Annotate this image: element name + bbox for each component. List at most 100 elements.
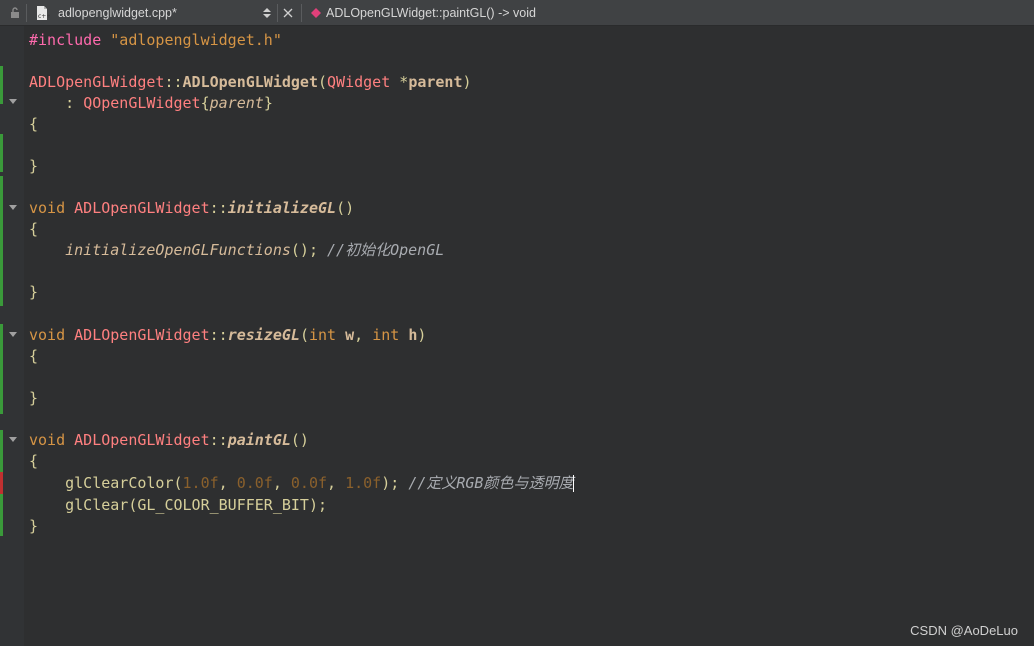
code-line: void ADLOpenGLWidget::resizeGL(int w, in… xyxy=(29,325,426,346)
param-token: w xyxy=(345,326,355,344)
keyword-token: void xyxy=(29,326,66,344)
function-token: initializeGL xyxy=(227,199,337,217)
punct-token: } xyxy=(263,94,273,112)
punct-token: } xyxy=(29,157,39,175)
class-token: ADLOpenGLWidget xyxy=(74,431,210,449)
string-token: "adlopenglwidget.h" xyxy=(110,31,282,49)
punct-token: { xyxy=(29,115,39,133)
punct-token: ( xyxy=(318,73,328,91)
param-token: parent xyxy=(209,94,264,112)
code-line: } xyxy=(29,388,38,409)
line-gutter xyxy=(0,26,24,646)
comment-token: //初始化OpenGL xyxy=(327,241,445,259)
punct-token: } xyxy=(29,283,39,301)
lock-icon[interactable] xyxy=(8,0,22,26)
punct-token: * xyxy=(390,73,409,91)
class-token: ADLOpenGLWidget xyxy=(74,326,210,344)
punct-token: { xyxy=(29,452,39,470)
file-chooser-arrows-icon[interactable] xyxy=(262,0,272,26)
punct-token: } xyxy=(29,389,39,407)
current-symbol: ADLOpenGLWidget::paintGL() -> void xyxy=(326,6,536,20)
code-line: initializeOpenGLFunctions(); //初始化OpenGL xyxy=(29,240,444,261)
type-token: QWidget xyxy=(327,73,391,91)
code-line: { xyxy=(29,114,38,135)
change-marker xyxy=(0,324,3,414)
param-token: parent xyxy=(408,73,463,91)
punct-token: , xyxy=(327,474,346,492)
keyword-token: int xyxy=(372,326,400,344)
close-icon[interactable] xyxy=(282,0,294,26)
punct-token: ); xyxy=(381,474,409,492)
toolbar-divider xyxy=(26,4,27,22)
file-selector[interactable]: adlopenglwidget.cpp* xyxy=(58,0,177,26)
number-token: 1.0f xyxy=(345,474,382,492)
code-line: void ADLOpenGLWidget::initializeGL() xyxy=(29,198,354,219)
param-token: h xyxy=(408,326,418,344)
punct-token: (); xyxy=(290,241,328,259)
code-line: glClearColor(1.0f, 0.0f, 0.0f, 1.0f); //… xyxy=(29,473,575,494)
number-token: 0.0f xyxy=(236,474,273,492)
code-line: glClear(GL_COLOR_BUFFER_BIT); xyxy=(29,495,327,516)
punct-token: } xyxy=(29,517,39,535)
scope-token: :: xyxy=(209,199,228,217)
keyword-token: void xyxy=(29,431,66,449)
number-token: 1.0f xyxy=(182,474,219,492)
punct-token: , xyxy=(218,474,237,492)
fold-arrow-icon[interactable] xyxy=(9,99,17,104)
cpp-file-icon: c++ xyxy=(34,0,50,26)
comment-token: //定义RGB颜色与透明度 xyxy=(408,474,574,492)
punct-token: () xyxy=(336,199,355,217)
svg-text:c++: c++ xyxy=(38,13,50,20)
scope-token: :: xyxy=(164,73,183,91)
code-line: #include "adlopenglwidget.h" xyxy=(29,30,282,51)
keyword-token: void xyxy=(29,199,66,217)
punct-token: { xyxy=(29,220,39,238)
change-marker xyxy=(0,66,3,104)
code-line: } xyxy=(29,282,38,303)
code-line: ADLOpenGLWidget::ADLOpenGLWidget(QWidget… xyxy=(29,72,472,93)
file-name: adlopenglwidget.cpp* xyxy=(58,6,177,20)
class-token: ADLOpenGLWidget xyxy=(74,199,210,217)
change-marker xyxy=(0,494,3,536)
keyword-token: int xyxy=(308,326,337,344)
scope-token: :: xyxy=(209,326,228,344)
change-marker xyxy=(0,176,3,306)
punct-token: , xyxy=(354,326,373,344)
fold-arrow-icon[interactable] xyxy=(9,205,17,210)
punct-token: , xyxy=(272,474,291,492)
code-line: } xyxy=(29,156,38,177)
change-marker xyxy=(0,134,3,172)
code-line: : QOpenGLWidget{parent} xyxy=(29,93,273,114)
function-call-token: glClear(GL_COLOR_BUFFER_BIT); xyxy=(65,496,328,514)
punct-token: ( xyxy=(173,474,183,492)
punct-token: () xyxy=(290,431,309,449)
change-marker-modified xyxy=(0,472,3,494)
method-icon xyxy=(310,0,322,26)
function-call-token: initializeOpenGLFunctions xyxy=(65,241,291,259)
toolbar-divider xyxy=(301,4,302,22)
code-line: { xyxy=(29,346,38,367)
function-token: resizeGL xyxy=(227,326,300,344)
symbol-selector[interactable]: ADLOpenGLWidget::paintGL() -> void xyxy=(326,0,536,26)
code-line: void ADLOpenGLWidget::paintGL() xyxy=(29,430,309,451)
punct-token: : xyxy=(29,94,84,112)
preprocessor-token: #include xyxy=(29,31,102,49)
fold-arrow-icon[interactable] xyxy=(9,437,17,442)
code-editor[interactable]: #include "adlopenglwidget.h" ADLOpenGLWi… xyxy=(24,26,1034,646)
scope-token: :: xyxy=(209,431,228,449)
punct-token: { xyxy=(200,94,210,112)
fold-arrow-icon[interactable] xyxy=(9,332,17,337)
editor-toolbar: c++ adlopenglwidget.cpp* ADLOpenGLWidget… xyxy=(0,0,1034,26)
code-line: { xyxy=(29,451,38,472)
class-token: ADLOpenGLWidget xyxy=(29,73,165,91)
function-token: ADLOpenGLWidget xyxy=(182,73,318,91)
toolbar-divider xyxy=(277,4,278,22)
punct-token: { xyxy=(29,347,39,365)
function-call-token: glClearColor xyxy=(65,474,174,492)
number-token: 0.0f xyxy=(290,474,328,492)
